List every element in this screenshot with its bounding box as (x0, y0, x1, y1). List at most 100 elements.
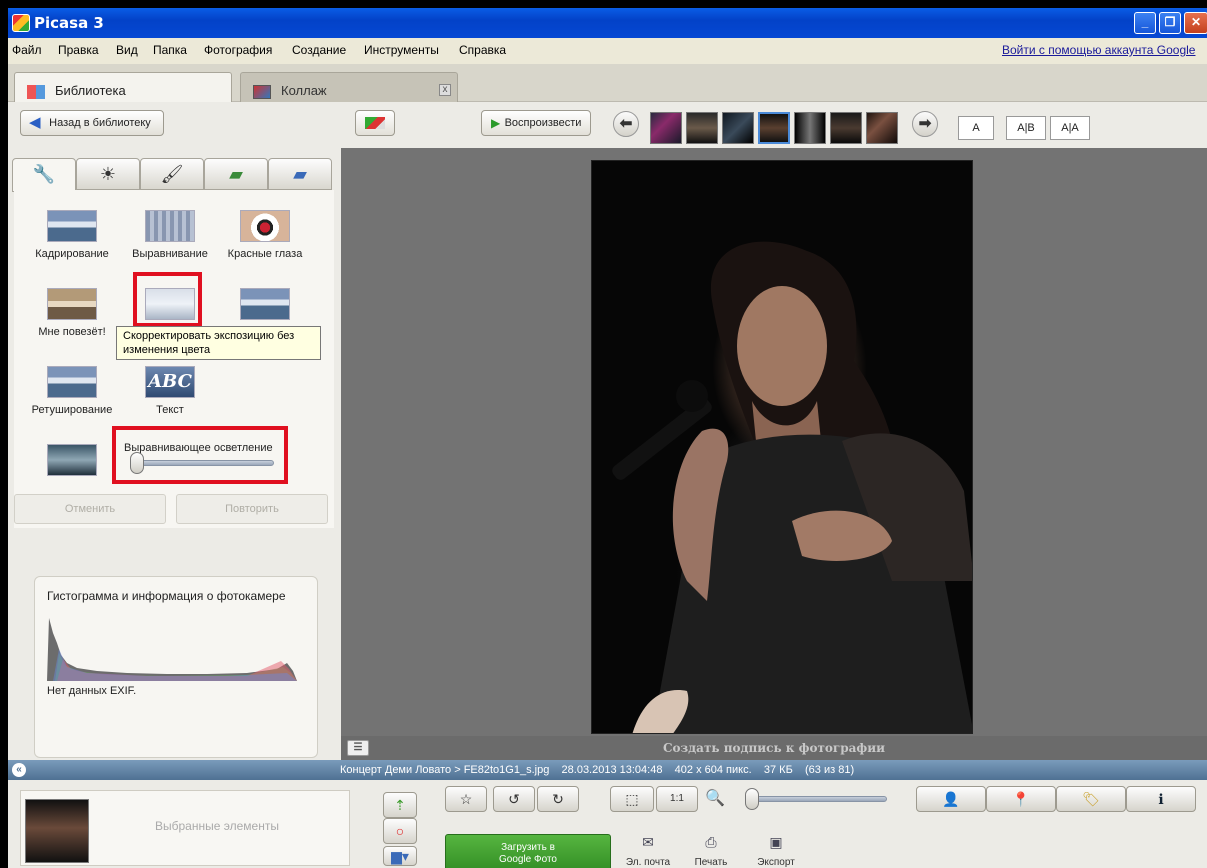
rotate-left-icon: ↺ (508, 791, 520, 807)
envelope-icon: ✉ (642, 834, 654, 850)
auto-color-icon (240, 288, 290, 320)
tags-button[interactable]: 🏷 (1056, 786, 1126, 812)
menu-create[interactable]: Создание (292, 43, 346, 57)
star-icon: ☆ (459, 791, 473, 807)
collapse-icon[interactable]: « (12, 763, 26, 777)
email-button[interactable]: ✉ Эл. почта (618, 834, 678, 868)
text-tool[interactable]: ABC Текст (122, 366, 218, 416)
retouch-tool[interactable]: Ретуширование (24, 366, 120, 416)
filmstrip-thumb[interactable] (866, 112, 898, 144)
restore-button[interactable]: ❐ (1159, 12, 1181, 34)
rotate-right-button[interactable]: ↻ (537, 786, 579, 812)
upload-google-photos-button[interactable]: Загрузить в Google Фото (445, 834, 611, 868)
auto-color-tool[interactable] (217, 288, 313, 326)
photo-brush-icon: ▰ (229, 164, 243, 184)
highlight-box (112, 426, 288, 484)
map-pin-icon: 📍 (1012, 791, 1030, 807)
menu-edit[interactable]: Правка (58, 43, 99, 57)
album-icon: ▆▾ (391, 848, 409, 864)
back-to-library-label: Назад в библиотеку (49, 117, 151, 129)
wrench-icon: 🔧 (32, 164, 56, 184)
hold-button[interactable]: ⇡ (383, 792, 417, 818)
fill-light-tool[interactable] (24, 444, 120, 482)
play-icon: ▶ (491, 116, 501, 130)
edit-toolbar: ◀ Назад в библиотеку ▶ Воспроизвести ⬅ ➡… (8, 102, 1207, 148)
menu-tools[interactable]: Инструменты (364, 43, 439, 57)
photo-tray: Выбранные элементы ⇡ ○ ▆▾ ☆ ↺ ↻ ⬚ 1:1 🔍 … (8, 780, 1207, 868)
folder-export-icon: ▣ (769, 834, 783, 850)
upload-line-1: Загрузить в (501, 842, 555, 853)
tab-bar: Библиотека Коллаж x (8, 64, 1207, 103)
info-button[interactable]: ℹ (1126, 786, 1196, 812)
zoom-slider-thumb[interactable] (745, 788, 759, 810)
layout-aa-button[interactable]: A|A (1050, 116, 1090, 140)
filmstrip-thumb[interactable] (722, 112, 754, 144)
geotag-button[interactable] (355, 110, 395, 136)
close-button[interactable]: ✕ (1184, 12, 1207, 34)
redeye-label: Красные глаза (227, 248, 303, 260)
redeye-tool[interactable]: Красные глаза (217, 210, 313, 260)
back-to-library-button[interactable]: ◀ Назад в библиотеку (20, 110, 164, 136)
status-bar: « Концерт Деми Ловато > FE82to1G1_s.jpg … (8, 760, 1207, 780)
places-button[interactable]: 📍 (986, 786, 1056, 812)
crop-tool[interactable]: Кадрирование (24, 210, 120, 260)
actual-size-button[interactable]: 1:1 (656, 786, 698, 812)
tab-effects-3[interactable]: ▰ (268, 158, 332, 190)
menu-file[interactable]: Файл (12, 43, 42, 57)
print-button[interactable]: ⎙ Печать (683, 834, 739, 868)
tab-tuning[interactable]: ☀ (76, 158, 140, 190)
crop-icon (47, 210, 97, 242)
tag-icon: 🏷 (1082, 791, 1100, 807)
sun-icon: ☀ (99, 164, 117, 184)
next-photo-button[interactable]: ➡ (912, 111, 938, 137)
title-bar: Picasa 3 _ ❐ ✕ (8, 8, 1207, 38)
rotate-right-icon: ↻ (552, 791, 564, 807)
red-eye-icon (240, 210, 290, 242)
star-button[interactable]: ☆ (445, 786, 487, 812)
histogram-panel: Гистограмма и информация о фотокамере Не… (34, 576, 318, 758)
previous-photo-button[interactable]: ⬅ (613, 111, 639, 137)
menu-view[interactable]: Вид (116, 43, 138, 57)
brush-icon: 🖌 (160, 164, 184, 184)
fit-button[interactable]: ⬚ (610, 786, 654, 812)
retouch-icon (47, 366, 97, 398)
menu-help[interactable]: Справка (459, 43, 506, 57)
clear-button[interactable]: ○ (383, 818, 417, 844)
lucky-tool[interactable]: Мне повезёт! (24, 288, 120, 338)
photo-preview[interactable] (591, 160, 973, 734)
library-icon (27, 85, 45, 99)
tab-collage[interactable]: Коллаж x (240, 72, 458, 102)
filmstrip-thumb[interactable] (830, 112, 862, 144)
tab-effects[interactable]: 🖌 (140, 158, 204, 190)
straighten-tool[interactable]: Выравнивание (122, 210, 218, 260)
histogram-graph (47, 618, 297, 681)
menu-photo[interactable]: Фотография (204, 43, 272, 57)
filmstrip-thumb[interactable] (794, 112, 826, 144)
rotate-left-button[interactable]: ↺ (493, 786, 535, 812)
export-button[interactable]: ▣ Экспорт (746, 834, 806, 868)
caption-toggle-icon[interactable]: ☰ (347, 740, 369, 756)
caption-bar[interactable]: ☰ Создать подпись к фотографии (341, 736, 1207, 760)
selected-thumb[interactable] (25, 799, 89, 863)
layout-ab-button[interactable]: A|B (1006, 116, 1046, 140)
tooltip: Скорректировать экспозицию без изменения… (116, 326, 321, 360)
tab-effects-2[interactable]: ▰ (204, 158, 268, 190)
filmstrip-thumb-selected[interactable] (758, 112, 790, 144)
layout-single-button[interactable]: A (958, 116, 994, 140)
menu-folder[interactable]: Папка (153, 43, 187, 57)
tab-basic-fixes[interactable]: 🔧 (12, 158, 76, 192)
add-to-album-button[interactable]: ▆▾ (383, 846, 417, 866)
lucky-icon (47, 288, 97, 320)
filmstrip-thumb[interactable] (650, 112, 682, 144)
zoom-slider-track[interactable] (745, 796, 887, 802)
undo-button[interactable]: Отменить (14, 494, 166, 524)
google-login-link[interactable]: Войти с помощью аккаунта Google (1002, 43, 1195, 57)
close-tab-icon[interactable]: x (439, 84, 451, 96)
redo-button[interactable]: Повторить (176, 494, 328, 524)
play-slideshow-button[interactable]: ▶ Воспроизвести (481, 110, 591, 136)
minimize-button[interactable]: _ (1134, 12, 1156, 34)
tab-library[interactable]: Библиотека (14, 72, 232, 103)
filmstrip-thumb[interactable] (686, 112, 718, 144)
people-button[interactable]: 👤 (916, 786, 986, 812)
straighten-icon (145, 210, 195, 242)
